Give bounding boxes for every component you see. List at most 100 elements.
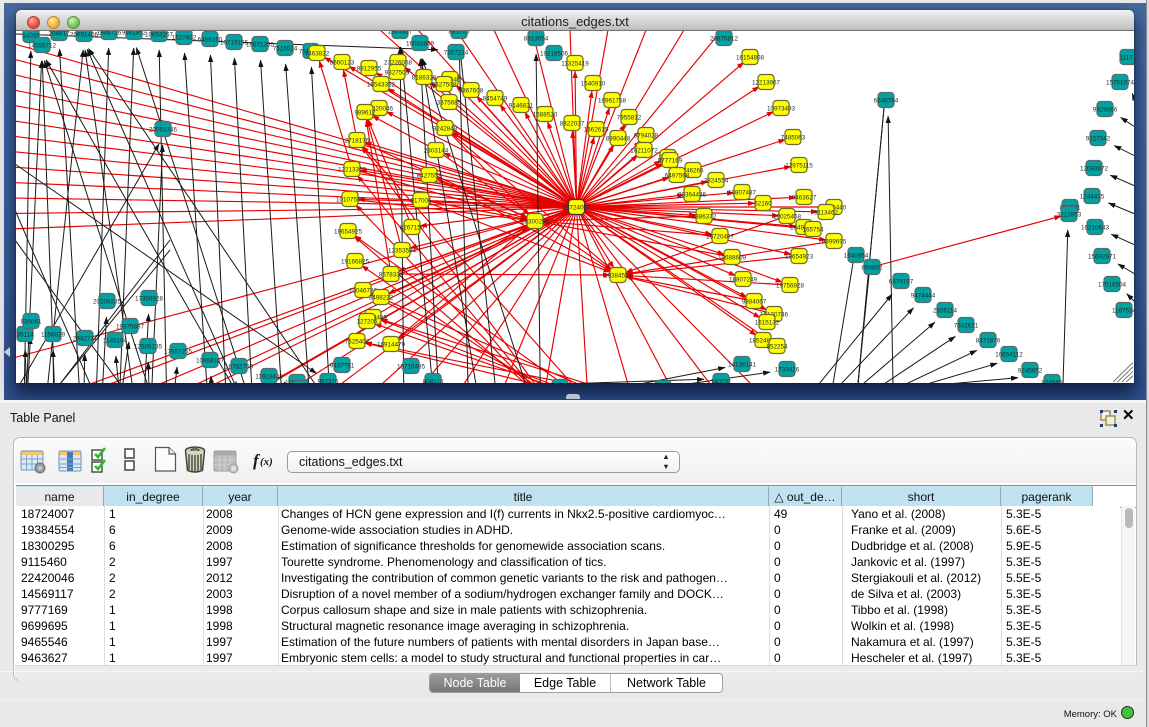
svg-text:10973493: 10973493 [767, 105, 796, 112]
svg-text:204817: 204817 [48, 31, 70, 37]
svg-text:9113462: 9113462 [814, 209, 839, 216]
svg-text:62160: 62160 [754, 200, 772, 207]
svg-text:12093872: 12093872 [1080, 165, 1109, 172]
svg-text:12975115: 12975115 [785, 162, 813, 169]
svg-text:15751074: 15751074 [1106, 79, 1134, 86]
svg-text:18300295: 18300295 [521, 218, 550, 225]
svg-text:8471876: 8471876 [976, 337, 1001, 344]
svg-text:19166825: 19166825 [341, 258, 370, 265]
svg-text:20206535: 20206535 [93, 298, 122, 305]
svg-text:(x): (x) [260, 456, 273, 468]
svg-text:127205: 127205 [356, 318, 378, 325]
svg-text:20691406: 20691406 [70, 31, 99, 38]
svg-text:10688609: 10688609 [718, 254, 747, 261]
svg-text:16961758: 16961758 [598, 97, 627, 104]
svg-text:808113: 808113 [423, 378, 444, 383]
svg-text:6497568: 6497568 [665, 172, 690, 179]
svg-text:10653267: 10653267 [145, 31, 174, 38]
svg-text:20876812: 20876812 [710, 35, 739, 42]
svg-text:20053346: 20053346 [149, 126, 178, 133]
svg-text:1733426: 1733426 [775, 366, 800, 373]
svg-text:20364436: 20364436 [678, 191, 707, 198]
svg-text:12213369: 12213369 [338, 166, 367, 173]
svg-text:8912955: 8912955 [357, 65, 382, 72]
svg-text:19654923: 19654923 [785, 253, 814, 260]
svg-text:15720407: 15720407 [706, 233, 735, 240]
svg-text:12505135: 12505135 [134, 343, 163, 350]
svg-text:7515524: 7515524 [273, 45, 298, 52]
svg-text:7386372: 7386372 [692, 213, 717, 220]
svg-text:924565: 924565 [1041, 379, 1063, 383]
svg-text:3215953: 3215953 [1057, 211, 1082, 218]
svg-text:10719155: 10719155 [220, 39, 249, 46]
svg-text:14136141: 14136141 [728, 361, 757, 368]
svg-text:9361852: 9361852 [122, 31, 147, 36]
svg-text:18807249: 18807249 [729, 276, 758, 283]
svg-text:9329966: 9329966 [1093, 106, 1118, 113]
svg-text:16211072: 16211072 [630, 147, 658, 154]
svg-text:10025458: 10025458 [773, 213, 802, 220]
svg-text:895892: 895892 [861, 264, 883, 271]
svg-text:11325419: 11325419 [561, 60, 589, 67]
svg-text:17016504: 17016504 [1098, 281, 1127, 288]
svg-text:10958107: 10958107 [196, 357, 225, 364]
svg-text:6879197: 6879197 [889, 278, 914, 285]
svg-text:2942737: 2942737 [73, 335, 98, 342]
svg-text:835061: 835061 [20, 318, 42, 325]
svg-text:1527602: 1527602 [172, 34, 197, 41]
svg-text:2803144: 2803144 [424, 147, 449, 154]
svg-text:7357224: 7357224 [444, 49, 469, 56]
svg-text:7485063: 7485063 [781, 134, 806, 141]
svg-text:9242848: 9242848 [433, 125, 458, 132]
svg-text:16033809: 16033809 [406, 40, 435, 47]
svg-text:7632621: 7632621 [954, 322, 979, 329]
svg-text:17359928: 17359928 [135, 295, 164, 302]
svg-text:11171: 11171 [1120, 54, 1134, 61]
svg-text:19218506: 19218506 [540, 50, 569, 57]
svg-text:15692971: 15692971 [1088, 253, 1117, 260]
svg-text:1906716: 1906716 [97, 31, 122, 36]
svg-text:1615132: 1615132 [755, 319, 780, 326]
svg-text:10807487: 10807487 [728, 189, 757, 196]
svg-text:10107553: 10107553 [336, 196, 365, 203]
svg-text:8454749: 8454749 [483, 95, 508, 102]
svg-text:16154808: 16154808 [736, 54, 765, 61]
svg-text:881205: 881205 [448, 31, 470, 35]
svg-text:6794028: 6794028 [634, 132, 659, 139]
svg-text:39114: 39114 [16, 331, 34, 338]
svg-text:8427552: 8427552 [417, 172, 442, 179]
svg-text:3375685: 3375685 [437, 99, 462, 106]
svg-text:2367608: 2367608 [459, 87, 484, 94]
svg-text:9227342: 9227342 [1086, 135, 1111, 142]
svg-text:1540910: 1540910 [581, 80, 606, 87]
svg-text:1805337: 1805337 [388, 31, 413, 35]
svg-text:16782759: 16782759 [225, 363, 254, 370]
svg-text:989612: 989612 [354, 109, 376, 116]
svg-text:18724007: 18724007 [562, 204, 591, 211]
svg-text:9884067: 9884067 [742, 298, 767, 305]
svg-text:9146821: 9146821 [509, 102, 534, 109]
svg-text:9777169: 9777169 [658, 157, 683, 164]
svg-text:7955812: 7955812 [617, 114, 642, 121]
svg-text:19654925: 19654925 [334, 228, 363, 235]
svg-text:9327505: 9327505 [385, 69, 410, 76]
svg-text:917006: 917006 [410, 197, 432, 204]
svg-text:8678332: 8678332 [379, 271, 404, 278]
svg-text:7625402: 7625402 [345, 338, 370, 345]
svg-text:8186328: 8186328 [412, 74, 437, 81]
svg-text:17957255: 17957255 [164, 348, 193, 355]
svg-text:2718176: 2718176 [345, 137, 370, 144]
svg-text:11923448: 11923448 [255, 373, 283, 380]
svg-text:8822037: 8822037 [560, 120, 585, 127]
svg-text:12353594: 12353594 [388, 247, 417, 254]
svg-text:9474444: 9474444 [911, 292, 936, 299]
svg-text:15716485: 15716485 [397, 363, 426, 370]
svg-text:957316: 957316 [317, 378, 339, 383]
svg-text:3498222: 3498222 [369, 294, 394, 301]
svg-text:9463627: 9463627 [792, 194, 817, 201]
svg-text:140251: 140251 [710, 378, 732, 383]
svg-text:8813054: 8813054 [524, 35, 549, 42]
svg-text:9457791: 9457791 [330, 362, 355, 369]
svg-text:2935114: 2935114 [933, 307, 958, 314]
svg-text:1145194: 1145194 [103, 337, 128, 344]
